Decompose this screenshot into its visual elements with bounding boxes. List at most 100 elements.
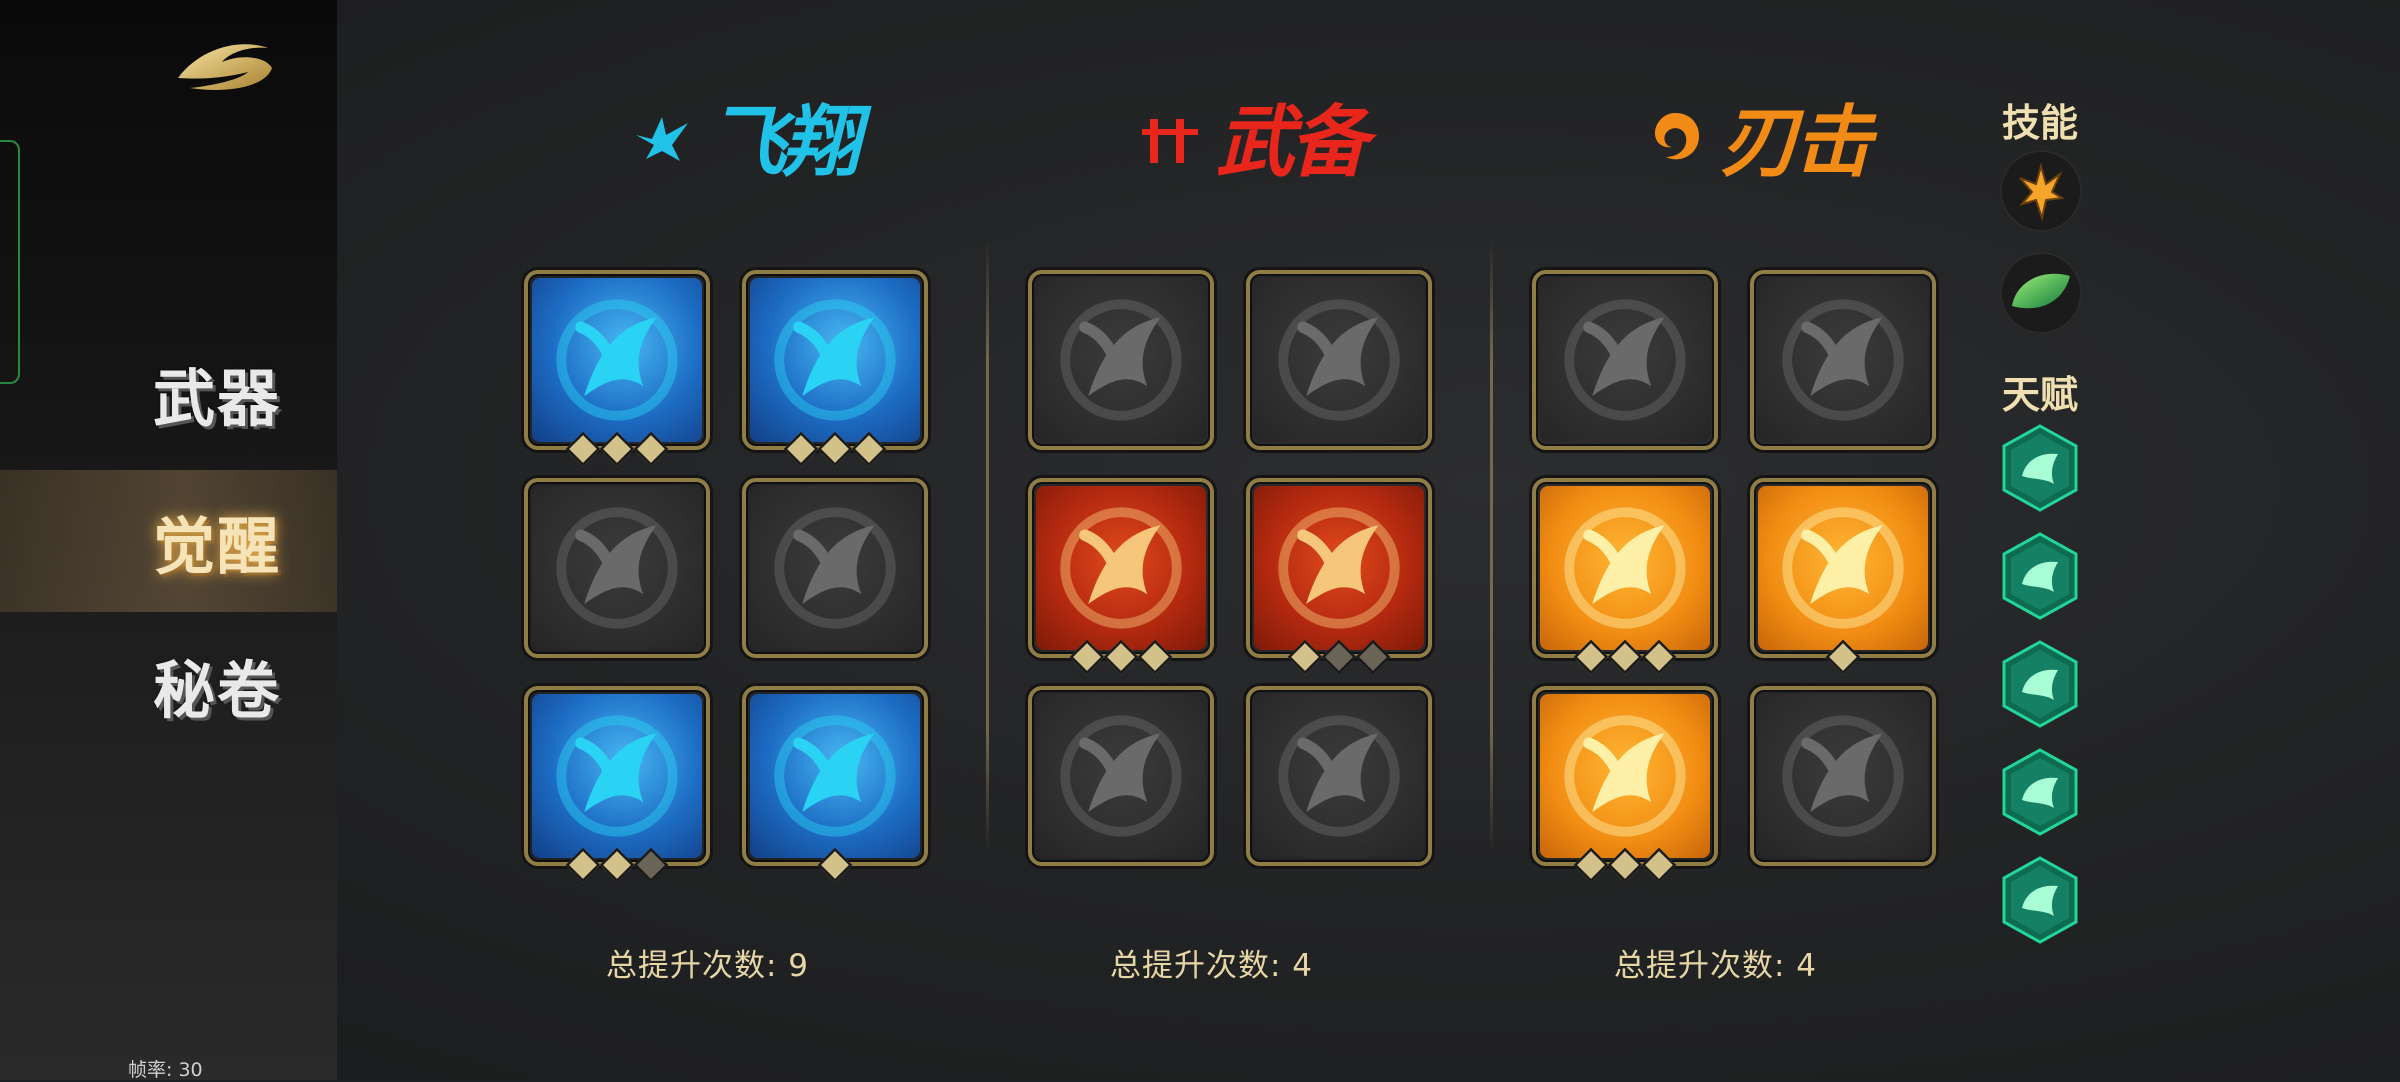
upgrade-pip-filled [599, 847, 635, 883]
leaf-talent-icon [2002, 856, 2078, 944]
skill-tile[interactable] [1028, 478, 1214, 675]
section-divider [986, 240, 989, 850]
skill-tile-art [532, 486, 702, 650]
section-title-arms-text: 武备 [1216, 97, 1368, 188]
double-wing-icon [2002, 748, 2078, 836]
skill-slot-1[interactable] [2002, 152, 2080, 230]
talent-slot-2[interactable] [2000, 532, 2080, 620]
wing-icon [556, 715, 678, 837]
talent-slot-3[interactable] [2000, 640, 2080, 728]
upgrade-pip-filled [851, 431, 887, 467]
nav-awakening[interactable]: 觉醒 [0, 470, 337, 612]
nav-secret-scroll-label: 秘卷 [152, 654, 281, 727]
bird-icon [636, 117, 688, 161]
upgrade-pip-filled [1137, 639, 1173, 675]
talents-heading: 天赋 [2002, 373, 2079, 417]
skill-tile-art [1540, 486, 1710, 650]
fps-counter: 帧率: 30 [128, 1059, 203, 1081]
section-title-fly: 飞翔 [632, 80, 860, 192]
upgrade-pip-empty [1355, 639, 1391, 675]
upgrade-count-arms: 总提升次数: 4 [1110, 948, 1314, 984]
skill-tile[interactable] [742, 478, 928, 658]
upgrade-pip-filled [565, 431, 601, 467]
skill-tile[interactable] [524, 478, 710, 658]
upgrade-pip-filled [1069, 639, 1105, 675]
upgrade-pips [528, 431, 706, 467]
skill-tile-art [1036, 278, 1206, 442]
fist-whirl-icon [1060, 507, 1182, 629]
upgrade-pip-filled [565, 847, 601, 883]
sword-ground-icon [1060, 299, 1182, 421]
upgrade-pips [1536, 847, 1714, 883]
upgrade-pip-filled [1573, 639, 1609, 675]
skill-tile[interactable] [742, 270, 928, 467]
skill-tile[interactable] [1246, 270, 1432, 450]
skill-tile[interactable] [1532, 478, 1718, 675]
upgrade-count-fly: 总提升次数: 9 [606, 948, 810, 984]
skill-tile[interactable] [1750, 478, 1936, 675]
upgrade-pip-filled [1641, 639, 1677, 675]
skill-tile[interactable] [524, 270, 710, 467]
upgrade-pips [1032, 639, 1210, 675]
skill-tile-art [1254, 486, 1424, 650]
upgrade-pip-filled [783, 431, 819, 467]
skill-tile[interactable] [1028, 686, 1214, 866]
upgrade-pip-filled [1825, 639, 1861, 675]
nav-secret-scroll[interactable]: 秘卷 [0, 614, 337, 756]
skill-tile-art [1758, 694, 1928, 858]
skill-tile[interactable] [1532, 686, 1718, 883]
muscle-beast-icon [1278, 299, 1400, 421]
skill-tile-art [532, 694, 702, 858]
upgrade-pip-filled [1573, 847, 1609, 883]
weapon-rack-icon [1142, 119, 1198, 163]
golden-claw-icon [2019, 162, 2065, 222]
green-leaf-icon [2012, 273, 2070, 309]
skill-tile-art [1036, 486, 1206, 650]
nav-weapons[interactable]: 武器 [0, 322, 337, 464]
eagle-claw-icon [774, 299, 896, 421]
talent-slot-1[interactable] [2000, 424, 2080, 512]
upgrade-pip-filled [817, 431, 853, 467]
skill-tile-art [750, 486, 920, 650]
vortex-icon [1782, 299, 1904, 421]
upgrade-count-blade: 总提升次数: 4 [1614, 948, 1818, 984]
skill-tile-art [750, 278, 920, 442]
skill-tile[interactable] [1028, 270, 1214, 450]
skill-tile-art [1758, 278, 1928, 442]
upgrade-pip-empty [633, 847, 669, 883]
upgrade-pips [1536, 639, 1714, 675]
skills-heading: 技能 [2002, 101, 2079, 145]
swirl-flame-icon [1654, 113, 1700, 160]
upgrade-pip-filled [599, 431, 635, 467]
talent-slot-5[interactable] [2000, 856, 2080, 944]
upgrade-pips [1250, 639, 1428, 675]
section-title-arms: 武备 [1140, 80, 1368, 192]
skill-slot-2[interactable] [2002, 254, 2080, 332]
upgrade-pips [746, 847, 924, 883]
fire-swirl-icon [1782, 507, 1904, 629]
spin-blade-icon [1060, 715, 1182, 837]
skill-tile[interactable] [1246, 478, 1432, 675]
upgrade-pip-filled [1607, 639, 1643, 675]
upgrade-pip-filled [817, 847, 853, 883]
upgrade-pip-filled [1287, 639, 1323, 675]
skill-tile[interactable] [1750, 686, 1936, 866]
fist-power-icon [1278, 507, 1400, 629]
talon-swirl-icon [774, 715, 896, 837]
skill-tile[interactable] [1750, 270, 1936, 450]
skill-tile-art [1036, 694, 1206, 858]
nav-weapons-label: 武器 [152, 362, 281, 435]
skill-tile[interactable] [742, 686, 928, 883]
upgrade-pips [1754, 639, 1932, 675]
skill-tile[interactable] [1532, 270, 1718, 450]
sidebar: 武器 觉醒 秘卷 帧率: 30 [0, 0, 337, 1081]
talent-slot-4[interactable] [2000, 748, 2080, 836]
skill-tile-art [532, 278, 702, 442]
tail-swipe-icon [1782, 715, 1904, 837]
skill-tile[interactable] [524, 686, 710, 883]
skill-tile-art [1254, 694, 1424, 858]
logo-icon [178, 44, 272, 90]
upgrade-pips [746, 431, 924, 467]
blade-claw-icon [1564, 299, 1686, 421]
skill-tile[interactable] [1246, 686, 1432, 866]
